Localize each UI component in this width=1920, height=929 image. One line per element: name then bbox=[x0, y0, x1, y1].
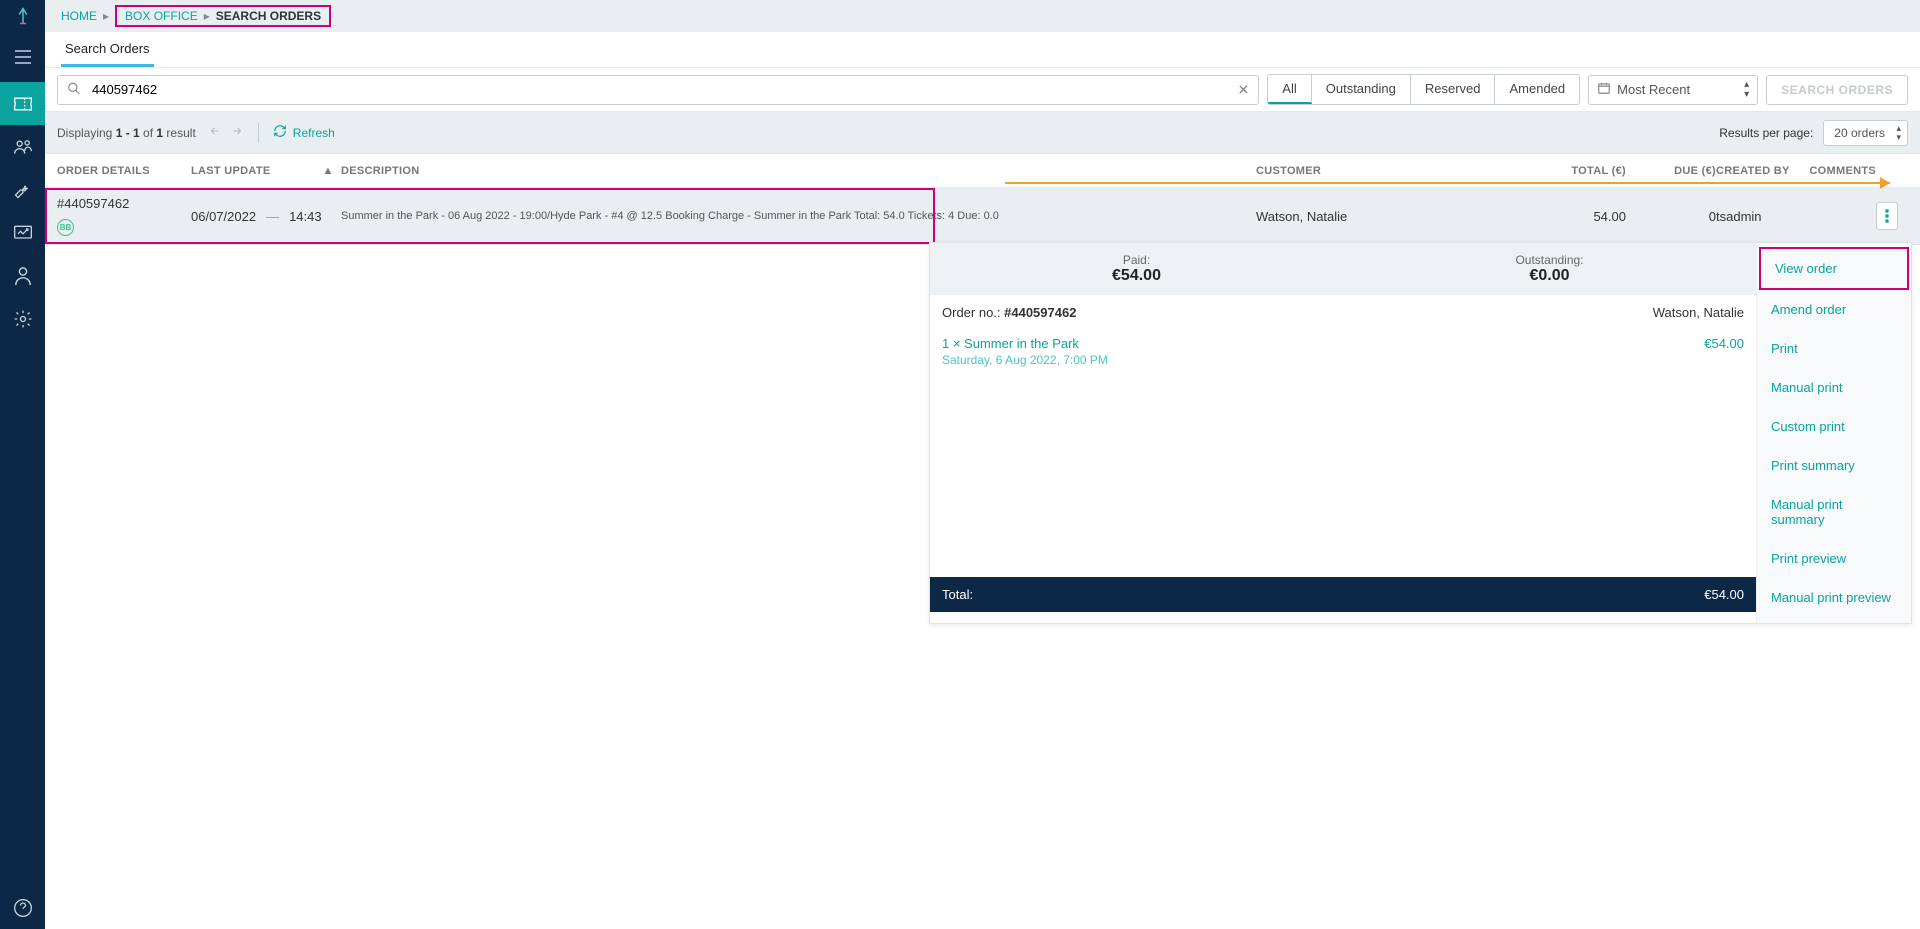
menu-manual-print-preview[interactable]: Manual print preview bbox=[1757, 578, 1911, 617]
popover-line-item[interactable]: 1 × Summer in the Park €54.00 bbox=[930, 330, 1756, 353]
menu-view-order[interactable]: View order bbox=[1759, 247, 1909, 290]
search-orders-button[interactable]: SEARCH ORDERS bbox=[1766, 75, 1908, 105]
filter-amended[interactable]: Amended bbox=[1495, 75, 1579, 104]
column-customer[interactable]: CUSTOMER bbox=[1256, 165, 1566, 177]
search-input[interactable] bbox=[57, 75, 1259, 105]
line-item-price: €54.00 bbox=[1704, 336, 1744, 351]
results-count-text: Displaying 1 - 1 of 1 result bbox=[57, 126, 196, 140]
page-prev-icon[interactable] bbox=[208, 125, 222, 140]
total-label: Total: bbox=[942, 587, 973, 602]
breadcrumb-sep: ▸ bbox=[204, 9, 210, 23]
outstanding-label: Outstanding: bbox=[1351, 253, 1748, 267]
order-customer: Watson, Natalie bbox=[1256, 209, 1566, 224]
menu-manual-print-summary[interactable]: Manual print summary bbox=[1757, 485, 1911, 539]
column-due[interactable]: DUE (€) bbox=[1626, 165, 1716, 177]
nav-settings-icon[interactable] bbox=[0, 297, 45, 340]
paid-label: Paid: bbox=[938, 253, 1335, 267]
order-no-value: #440597462 bbox=[1004, 305, 1076, 320]
menu-amend-order[interactable]: Amend order bbox=[1757, 290, 1911, 329]
search-icon bbox=[67, 81, 81, 98]
breadcrumb: HOME ▸ BOX OFFICE ▸ SEARCH ORDERS bbox=[45, 0, 1920, 32]
column-total[interactable]: TOTAL (€) bbox=[1566, 165, 1626, 177]
main-content: HOME ▸ BOX OFFICE ▸ SEARCH ORDERS Search… bbox=[45, 0, 1920, 929]
refresh-label: Refresh bbox=[293, 126, 335, 140]
filter-outstanding[interactable]: Outstanding bbox=[1312, 75, 1411, 104]
line-item-name: 1 × Summer in the Park bbox=[942, 336, 1079, 351]
results-per-page-label: Results per page: bbox=[1719, 126, 1813, 140]
popover-total-row: Total: €54.00 bbox=[930, 577, 1756, 612]
menu-print[interactable]: Print bbox=[1757, 329, 1911, 368]
dash-separator: — bbox=[266, 209, 279, 224]
popover-summary: Paid: €54.00 Outstanding: €0.00 bbox=[930, 243, 1756, 295]
nav-profile-icon[interactable] bbox=[0, 254, 45, 297]
total-value: €54.00 bbox=[1704, 587, 1744, 602]
order-due: 0 bbox=[1626, 209, 1716, 224]
row-actions-menu-icon[interactable] bbox=[1876, 202, 1898, 230]
order-id: #440597462 bbox=[57, 196, 191, 211]
column-description[interactable]: DESCRIPTION bbox=[341, 165, 1256, 177]
popover-customer: Watson, Natalie bbox=[1653, 305, 1744, 320]
menu-print-preview[interactable]: Print preview bbox=[1757, 539, 1911, 578]
app-logo bbox=[0, 0, 45, 32]
line-item-subtext: Saturday, 6 Aug 2022, 7:00 PM bbox=[930, 353, 1756, 377]
left-navbar bbox=[0, 0, 45, 929]
nav-help-icon[interactable] bbox=[0, 886, 45, 929]
order-date: 06/07/2022 bbox=[191, 209, 256, 224]
page-next-icon[interactable] bbox=[230, 125, 244, 140]
sort-label: Most Recent bbox=[1617, 82, 1690, 97]
order-popover: Paid: €54.00 Outstanding: €0.00 Order no… bbox=[929, 242, 1912, 624]
clear-search-icon[interactable]: ✕ bbox=[1238, 81, 1250, 98]
nav-reports-icon[interactable] bbox=[0, 211, 45, 254]
refresh-button[interactable]: Refresh bbox=[273, 124, 335, 141]
order-created-by: tsadmin bbox=[1716, 209, 1801, 224]
column-created-by[interactable]: CREATED BY bbox=[1716, 165, 1801, 177]
calendar-icon bbox=[1597, 81, 1611, 98]
outstanding-value: €0.00 bbox=[1351, 267, 1748, 285]
nav-customers-icon[interactable] bbox=[0, 125, 45, 168]
column-order-details[interactable]: ORDER DETAILS bbox=[57, 165, 191, 177]
breadcrumb-sep: ▸ bbox=[103, 9, 109, 23]
filter-reserved[interactable]: Reserved bbox=[1411, 75, 1496, 104]
refresh-icon bbox=[273, 124, 287, 141]
nav-tickets-icon[interactable] bbox=[0, 82, 45, 125]
tab-search-orders[interactable]: Search Orders bbox=[61, 33, 154, 67]
filter-tabs: All Outstanding Reserved Amended bbox=[1267, 74, 1580, 105]
results-per-page-select[interactable]: 20 orders ▴▾ bbox=[1823, 120, 1908, 146]
results-header: Displaying 1 - 1 of 1 result Refresh Res… bbox=[45, 112, 1920, 154]
chevrons-vertical-icon: ▴▾ bbox=[1896, 124, 1901, 142]
order-description: Summer in the Park - 06 Aug 2022 - 19:00… bbox=[341, 210, 1256, 222]
order-time: 14:43 bbox=[289, 209, 322, 224]
search-toolbar: ✕ All Outstanding Reserved Amended Most … bbox=[45, 68, 1920, 112]
chevrons-vertical-icon: ▴▾ bbox=[1744, 80, 1749, 100]
sort-asc-icon: ▲ bbox=[322, 165, 333, 177]
breadcrumb-box-office[interactable]: BOX OFFICE bbox=[125, 9, 198, 23]
popover-order-row: Order no.: #440597462 Watson, Natalie bbox=[930, 295, 1756, 330]
column-comments[interactable]: COMMENTS bbox=[1801, 165, 1876, 177]
filter-all[interactable]: All bbox=[1268, 75, 1311, 104]
page-tabs: Search Orders bbox=[45, 32, 1920, 68]
menu-manual-print[interactable]: Manual print bbox=[1757, 368, 1911, 407]
ticket-status-icon: BB bbox=[57, 219, 74, 236]
paid-value: €54.00 bbox=[938, 267, 1335, 285]
menu-print-summary[interactable]: Print summary bbox=[1757, 446, 1911, 485]
nav-tools-icon[interactable] bbox=[0, 168, 45, 211]
hamburger-menu-icon[interactable] bbox=[0, 32, 45, 82]
sort-dropdown[interactable]: Most Recent ▴▾ bbox=[1588, 75, 1758, 105]
order-total: 54.00 bbox=[1566, 209, 1626, 224]
popover-actions-menu: View order Amend order Print Manual prin… bbox=[1756, 243, 1911, 623]
breadcrumb-home[interactable]: HOME bbox=[61, 9, 97, 23]
table-row[interactable]: #440597462 BB 06/07/2022 — 14:43 Summer … bbox=[45, 188, 1920, 245]
breadcrumb-current: SEARCH ORDERS bbox=[216, 9, 321, 23]
table-header: ORDER DETAILS LAST UPDATE▲ DESCRIPTION C… bbox=[45, 154, 1920, 188]
order-no-label: Order no.: bbox=[942, 305, 1004, 320]
column-last-update[interactable]: LAST UPDATE▲ bbox=[191, 165, 341, 177]
menu-custom-print[interactable]: Custom print bbox=[1757, 407, 1911, 446]
